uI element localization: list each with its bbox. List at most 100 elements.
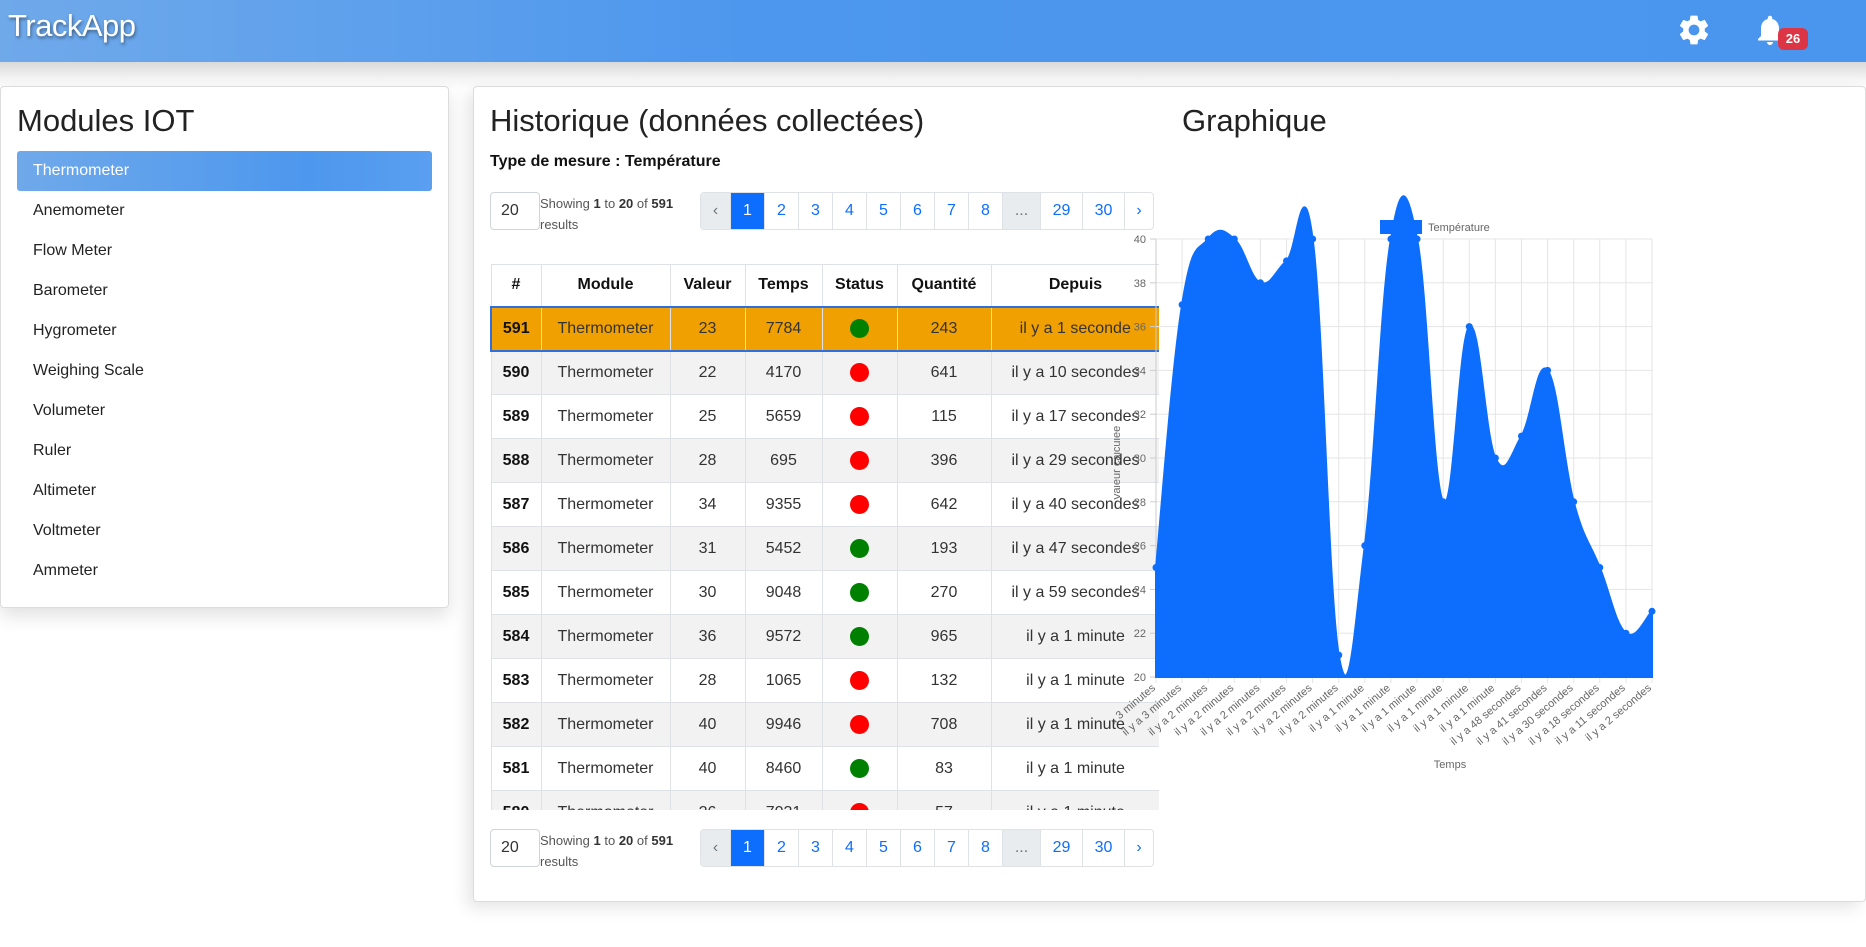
y-tick-label: 28 <box>1134 497 1146 509</box>
cell-valeur: 26 <box>669 790 746 810</box>
cell-id: 582 <box>490 702 542 747</box>
showing-suffix: results <box>540 854 579 869</box>
page-button-5[interactable]: 5 <box>867 830 901 866</box>
page-button-3[interactable]: 3 <box>799 830 833 866</box>
gear-icon[interactable] <box>1676 12 1712 48</box>
table-row[interactable]: 588 Thermometer 28 695 396 il y a 29 secondes <box>490 438 1159 483</box>
module-item-volumeter[interactable]: Volumeter <box>17 391 432 431</box>
table-row[interactable]: 584 Thermometer 36 9572 965 il y a 1 minute <box>490 614 1159 659</box>
data-point <box>1648 607 1656 615</box>
module-item-flow-meter[interactable]: Flow Meter <box>17 231 432 271</box>
series-area <box>1155 195 1653 678</box>
page-button-8[interactable]: 8 <box>969 830 1003 866</box>
status-cell <box>821 482 898 527</box>
page-button-4[interactable]: 4 <box>833 830 867 866</box>
page-button-1[interactable]: 1 <box>731 193 765 229</box>
status-cell <box>821 350 898 395</box>
module-item-ammeter[interactable]: Ammeter <box>17 551 432 591</box>
legend-label: Température <box>1428 222 1490 234</box>
page-button-7[interactable]: 7 <box>935 830 969 866</box>
per-page-select-bottom[interactable]: 20 <box>490 829 540 867</box>
status-red-dot-icon <box>850 495 869 514</box>
page-button-3[interactable]: 3 <box>799 193 833 229</box>
history-table-container[interactable]: # Module Valeur Temps Status Quantité Depuis 5… <box>490 264 1159 810</box>
page-button-2[interactable]: 2 <box>765 830 799 866</box>
cell-quantite: 132 <box>896 658 992 703</box>
data-point <box>1439 498 1447 506</box>
status-red-dot-icon <box>850 715 869 734</box>
cell-quantite: 115 <box>896 394 992 439</box>
y-tick-label: 36 <box>1134 322 1146 334</box>
cell-valeur: 31 <box>669 526 746 571</box>
cell-temps: 9355 <box>744 482 823 527</box>
table-header-row: # Module Valeur Temps Status Quantité Depuis <box>490 264 1159 307</box>
cell-valeur: 25 <box>669 394 746 439</box>
cell-temps: 4170 <box>744 350 823 395</box>
module-item-weighing-scale[interactable]: Weighing Scale <box>17 351 432 391</box>
data-point <box>1570 498 1578 506</box>
data-point <box>1152 564 1160 571</box>
status-green-dot-icon <box>850 539 869 558</box>
cell-valeur: 23 <box>669 305 746 352</box>
per-page-select[interactable]: 20 <box>490 192 540 230</box>
app-title[interactable]: TrackApp <box>8 8 136 44</box>
page-button-29[interactable]: 29 <box>1041 193 1083 229</box>
y-tick-label: 22 <box>1134 628 1146 640</box>
page-button-1[interactable]: 1 <box>731 830 765 866</box>
page-button-6[interactable]: 6 <box>901 830 935 866</box>
column-header[interactable]: Quantité <box>896 264 992 307</box>
column-header[interactable]: Module <box>540 264 671 307</box>
cell-temps: 5659 <box>744 394 823 439</box>
status-red-dot-icon <box>850 671 869 690</box>
table-row[interactable]: 583 Thermometer 28 1065 132 il y a 1 minute <box>490 658 1159 703</box>
table-row[interactable]: 590 Thermometer 22 4170 641 il y a 10 seconde… <box>490 350 1159 395</box>
prev-page-button[interactable]: ‹ <box>701 830 731 866</box>
status-cell <box>821 438 898 483</box>
page-button-4[interactable]: 4 <box>833 193 867 229</box>
table-row[interactable]: 587 Thermometer 34 9355 642 il y a 40 seconde… <box>490 482 1159 527</box>
table-row[interactable]: 589 Thermometer 25 5659 115 il y a 17 seconde… <box>490 394 1159 439</box>
module-item-voltmeter[interactable]: Voltmeter <box>17 511 432 551</box>
column-header[interactable]: # <box>490 264 542 307</box>
module-item-anemometer[interactable]: Anemometer <box>17 191 432 231</box>
cell-temps: 9048 <box>744 570 823 615</box>
page-button-29[interactable]: 29 <box>1041 830 1083 866</box>
status-cell <box>821 570 898 615</box>
table-row[interactable]: 581 Thermometer 40 8460 83 il y a 1 minute <box>490 746 1159 791</box>
data-point <box>1491 454 1499 462</box>
page-button-6[interactable]: 6 <box>901 193 935 229</box>
column-header[interactable]: Valeur <box>669 264 746 307</box>
data-point <box>1387 235 1395 243</box>
status-cell <box>821 746 898 791</box>
module-item-altimeter[interactable]: Altimeter <box>17 471 432 511</box>
column-header[interactable]: Temps <box>744 264 823 307</box>
y-tick-label: 34 <box>1134 365 1146 377</box>
notification-badge[interactable]: 26 <box>1778 28 1808 50</box>
showing-from: 1 <box>593 196 601 211</box>
cell-module: Thermometer <box>540 702 671 747</box>
cell-module: Thermometer <box>540 394 671 439</box>
module-item-ruler[interactable]: Ruler <box>17 431 432 471</box>
prev-page-button[interactable]: ‹ <box>701 193 731 229</box>
cell-id: 580 <box>490 790 542 810</box>
column-header[interactable]: Status <box>821 264 898 307</box>
module-item-barometer[interactable]: Barometer <box>17 271 432 311</box>
table-row[interactable]: 586 Thermometer 31 5452 193 il y a 47 seconde… <box>490 526 1159 571</box>
module-item-thermometer[interactable]: Thermometer <box>17 151 432 191</box>
cell-module: Thermometer <box>540 305 671 352</box>
cell-valeur: 34 <box>669 482 746 527</box>
page-button-5[interactable]: 5 <box>867 193 901 229</box>
status-cell <box>821 614 898 659</box>
table-row[interactable]: 582 Thermometer 40 9946 708 il y a 1 minute <box>490 702 1159 747</box>
cell-id: 586 <box>490 526 542 571</box>
module-item-hygrometer[interactable]: Hygrometer <box>17 311 432 351</box>
table-row[interactable]: 591 Thermometer 23 7784 243 il y a 1 seconde <box>490 305 1159 352</box>
cell-module: Thermometer <box>540 658 671 703</box>
page-button-7[interactable]: 7 <box>935 193 969 229</box>
page-button-8[interactable]: 8 <box>969 193 1003 229</box>
modules-title: Modules IOT <box>17 103 195 138</box>
table-row[interactable]: 580Thermometer26703157il y a 1 minute <box>490 790 1159 810</box>
page-button-2[interactable]: 2 <box>765 193 799 229</box>
status-red-dot-icon <box>850 451 869 470</box>
table-row[interactable]: 585 Thermometer 30 9048 270 il y a 59 seconde… <box>490 570 1159 615</box>
